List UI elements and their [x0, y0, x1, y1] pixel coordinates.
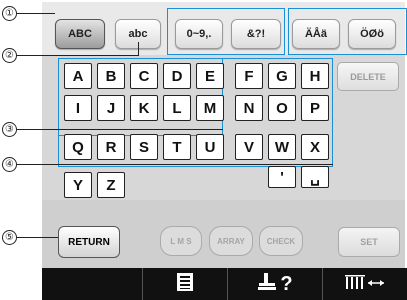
help-label: ? [280, 272, 293, 295]
callout-3-line [17, 129, 223, 130]
key-x[interactable]: X [301, 134, 329, 160]
key-g[interactable]: G [268, 63, 296, 89]
list-button[interactable] [142, 268, 226, 300]
spacing-button[interactable] [322, 268, 407, 300]
delete-button[interactable]: DELETE [337, 62, 399, 91]
callout-1-line [17, 13, 55, 14]
key-s[interactable]: S [130, 134, 158, 160]
callout-1: ① [2, 6, 17, 21]
key-k[interactable]: K [130, 95, 158, 121]
key-l[interactable]: L [163, 95, 191, 121]
key-z[interactable]: Z [97, 172, 125, 198]
key-u[interactable]: U [196, 134, 224, 160]
key-h[interactable]: H [301, 63, 329, 89]
callout-2: ② [2, 48, 17, 63]
callout-5: ⑤ [2, 230, 17, 245]
key-v[interactable]: V [235, 134, 263, 160]
key-space[interactable]: ␣ [301, 166, 329, 188]
key-t[interactable]: T [163, 134, 191, 160]
key-e[interactable]: E [196, 63, 224, 89]
key-w[interactable]: W [268, 134, 296, 160]
key-apostrophe[interactable]: ' [268, 166, 296, 188]
return-button[interactable]: RETURN [58, 226, 120, 258]
callout-3: ③ [2, 122, 17, 137]
array-button[interactable]: ARRAY [209, 226, 253, 256]
key-o[interactable]: O [268, 95, 296, 121]
key-i[interactable]: I [64, 95, 92, 121]
highlight-accented [288, 8, 407, 55]
key-f[interactable]: F [235, 63, 263, 89]
set-button[interactable]: SET [338, 227, 400, 257]
key-c[interactable]: C [130, 63, 158, 89]
key-j[interactable]: J [97, 95, 125, 121]
key-q[interactable]: Q [64, 134, 92, 160]
key-p[interactable]: P [301, 95, 329, 121]
highlight-numbers-symbols [167, 8, 285, 55]
check-button[interactable]: CHECK [259, 226, 303, 256]
callout-2-leader [138, 42, 139, 56]
mode-abc-uppercase-button[interactable]: ABC [55, 19, 105, 49]
key-y[interactable]: Y [64, 172, 92, 198]
callout-2-line [17, 55, 138, 56]
key-a[interactable]: A [64, 63, 92, 89]
lms-button[interactable]: L M S [160, 226, 202, 256]
key-b[interactable]: B [97, 63, 125, 89]
key-n[interactable]: N [235, 95, 263, 121]
callout-5-line [17, 237, 58, 238]
help-button[interactable]: ? [227, 268, 321, 300]
spacing-icon [344, 273, 386, 296]
key-d[interactable]: D [163, 63, 191, 89]
callout-4-line [17, 164, 333, 165]
key-r[interactable]: R [97, 134, 125, 160]
list-icon [176, 272, 194, 297]
callout-4: ④ [2, 157, 17, 172]
key-m[interactable]: M [196, 95, 224, 121]
sewing-machine-help-icon [256, 271, 278, 298]
